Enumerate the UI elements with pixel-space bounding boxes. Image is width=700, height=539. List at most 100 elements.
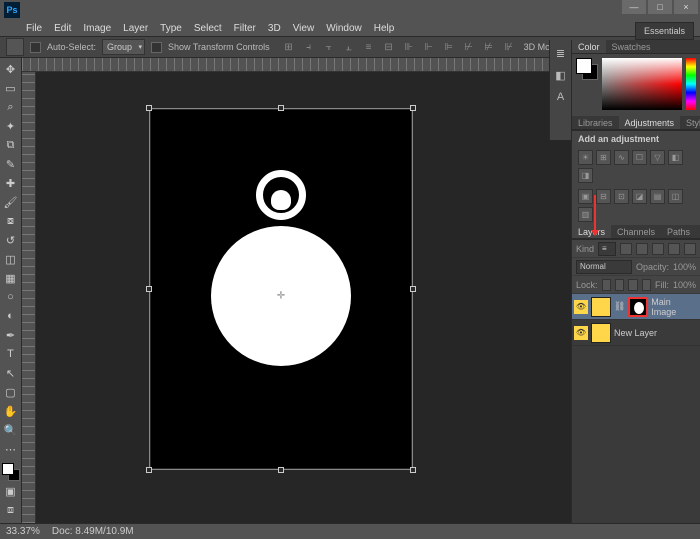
layer-name[interactable]: Main Image	[651, 297, 698, 317]
layer-row[interactable]: 👁 ⛓ Main Image	[572, 294, 700, 320]
kind-dropdown[interactable]: ≡	[598, 242, 616, 256]
properties-icon[interactable]: ◧	[552, 66, 570, 84]
ruler-horizontal[interactable]	[22, 58, 571, 72]
menu-filter[interactable]: Filter	[234, 23, 256, 34]
menu-type[interactable]: Type	[160, 23, 182, 34]
opacity-value[interactable]: 100%	[673, 262, 696, 272]
auto-select-dropdown[interactable]: Group	[102, 39, 145, 55]
align-icon[interactable]: ⊮	[500, 39, 518, 55]
type-tool[interactable]: T	[1, 345, 21, 363]
blend-mode-dropdown[interactable]: Normal	[576, 260, 632, 274]
adj-vibrance-icon[interactable]: ▽	[650, 150, 665, 165]
minimize-button[interactable]: —	[622, 0, 646, 14]
tab-libraries[interactable]: Libraries	[572, 116, 619, 129]
handle-bm[interactable]	[278, 467, 284, 473]
lock-trans-icon[interactable]	[602, 279, 611, 291]
adj-lookup-icon[interactable]: ⊡	[614, 189, 629, 204]
doc-size[interactable]: Doc: 8.49M/10.9M	[52, 526, 134, 537]
align-icon[interactable]: ⊭	[480, 39, 498, 55]
handle-tm[interactable]	[278, 105, 284, 111]
layer-thumbnail[interactable]	[591, 323, 611, 343]
fill-value[interactable]: 100%	[673, 280, 696, 290]
pen-tool[interactable]: ✒	[1, 326, 21, 344]
handle-ml[interactable]	[146, 286, 152, 292]
gradient-tool[interactable]: ▦	[1, 269, 21, 287]
path-tool[interactable]: ↖	[1, 364, 21, 382]
quick-mask[interactable]: ▣	[1, 482, 21, 500]
move-tool[interactable]: ✥	[1, 60, 21, 78]
tab-styles[interactable]: Styles	[680, 116, 700, 129]
align-icon[interactable]: ⊟	[380, 39, 398, 55]
fg-bg-swatch[interactable]	[576, 58, 598, 80]
brush-tool[interactable]: 🖌	[1, 193, 21, 211]
handle-tl[interactable]	[146, 105, 152, 111]
menu-select[interactable]: Select	[194, 23, 222, 34]
tab-swatches[interactable]: Swatches	[606, 40, 657, 53]
align-icon[interactable]: ⫞	[300, 39, 318, 55]
adj-photo-icon[interactable]: ▣	[578, 189, 593, 204]
eraser-tool[interactable]: ◫	[1, 250, 21, 268]
menu-view[interactable]: View	[293, 23, 315, 34]
close-button[interactable]: ×	[674, 0, 698, 14]
align-icon[interactable]: ⊞	[280, 39, 298, 55]
handle-tr[interactable]	[410, 105, 416, 111]
ruler-vertical[interactable]	[22, 72, 36, 523]
screen-mode[interactable]: ⧈	[1, 501, 21, 519]
align-icon[interactable]: ⊩	[420, 39, 438, 55]
hand-tool[interactable]: ✋	[1, 402, 21, 420]
visibility-icon[interactable]: 👁	[574, 300, 588, 314]
heal-tool[interactable]: ✚	[1, 174, 21, 192]
lasso-tool[interactable]: ⌕	[1, 98, 21, 116]
adj-grad-icon[interactable]: ▥	[578, 207, 593, 222]
menu-window[interactable]: Window	[326, 23, 362, 34]
layer-mask-thumbnail[interactable]	[628, 297, 648, 317]
auto-select-checkbox[interactable]	[30, 42, 41, 53]
adj-hue-icon[interactable]: ◧	[668, 150, 683, 165]
history-icon[interactable]: ≣	[552, 44, 570, 62]
align-icon[interactable]: ⊪	[400, 39, 418, 55]
layer-name[interactable]: New Layer	[614, 328, 657, 338]
lock-all-icon[interactable]	[642, 279, 651, 291]
handle-br[interactable]	[410, 467, 416, 473]
shape-tool[interactable]: ▢	[1, 383, 21, 401]
adj-brightness-icon[interactable]: ☀	[578, 150, 593, 165]
align-icon[interactable]: ≡	[360, 39, 378, 55]
character-icon[interactable]: A	[552, 88, 570, 106]
color-picker[interactable]	[602, 58, 682, 110]
filter-pixel-icon[interactable]	[620, 243, 632, 255]
handle-mr[interactable]	[410, 286, 416, 292]
stamp-tool[interactable]: ⧇	[1, 212, 21, 230]
adj-levels-icon[interactable]: ⊞	[596, 150, 611, 165]
filter-shape-icon[interactable]	[668, 243, 680, 255]
menu-layer[interactable]: Layer	[123, 23, 148, 34]
more-tools[interactable]: ⋯	[1, 440, 21, 458]
adj-mixer-icon[interactable]: ⊟	[596, 189, 611, 204]
zoom-level[interactable]: 33.37%	[6, 526, 40, 537]
maximize-button[interactable]: □	[648, 0, 672, 14]
filter-adj-icon[interactable]	[636, 243, 648, 255]
lock-pos-icon[interactable]	[628, 279, 637, 291]
adj-curves-icon[interactable]: ∿	[614, 150, 629, 165]
link-icon[interactable]: ⛓	[614, 301, 625, 312]
menu-help[interactable]: Help	[374, 23, 395, 34]
blur-tool[interactable]: ○	[1, 288, 21, 306]
dodge-tool[interactable]: ◐	[1, 307, 21, 325]
eyedropper-tool[interactable]: ✎	[1, 155, 21, 173]
zoom-tool[interactable]: 🔍	[1, 421, 21, 439]
menu-3d[interactable]: 3D	[268, 23, 281, 34]
filter-smart-icon[interactable]	[684, 243, 696, 255]
marquee-tool[interactable]: ▭	[1, 79, 21, 97]
handle-bl[interactable]	[146, 467, 152, 473]
adj-poster-icon[interactable]: ▤	[650, 189, 665, 204]
align-icon[interactable]: ⫠	[340, 39, 358, 55]
adj-exposure-icon[interactable]: ☐	[632, 150, 647, 165]
tab-adjustments[interactable]: Adjustments	[619, 116, 681, 129]
tab-color[interactable]: Color	[572, 40, 606, 53]
lock-pixel-icon[interactable]	[615, 279, 624, 291]
filter-type-icon[interactable]	[652, 243, 664, 255]
adj-bw-icon[interactable]: ◨	[578, 168, 593, 183]
hue-slider[interactable]	[686, 58, 696, 110]
history-brush[interactable]: ↺	[1, 231, 21, 249]
wand-tool[interactable]: ✦	[1, 117, 21, 135]
canvas-area[interactable]: ✛	[36, 72, 571, 523]
